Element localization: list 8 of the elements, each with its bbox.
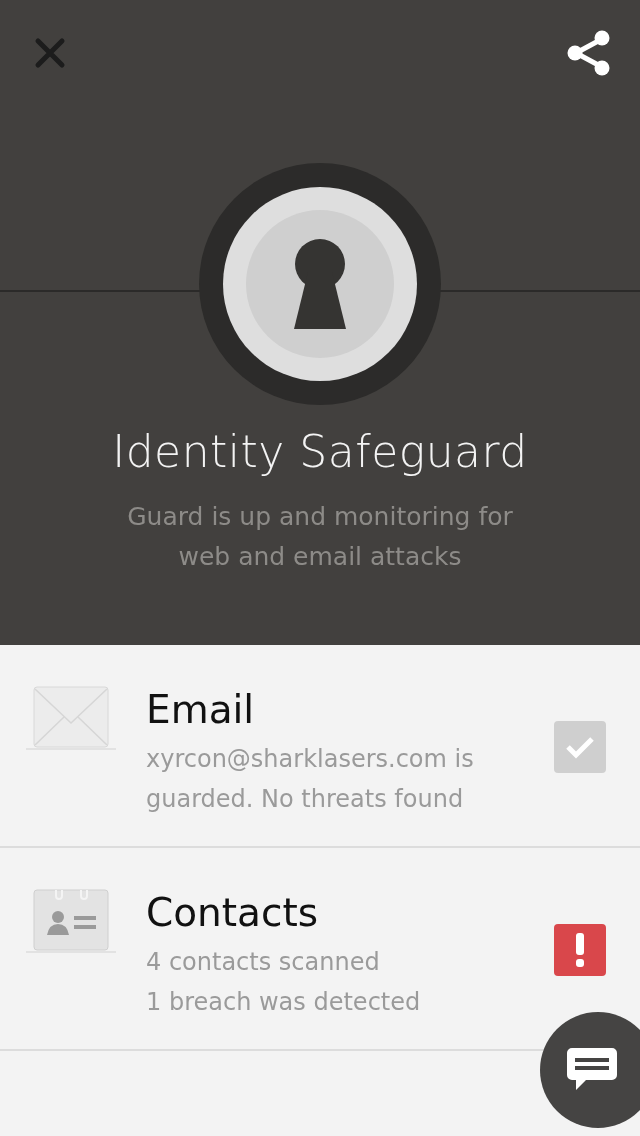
item-description: 4 contacts scanned 1 breach was detected (146, 947, 422, 1018)
item-title: Contacts (146, 889, 320, 937)
app-title: Identity Safeguard (112, 426, 528, 477)
envelope-icon (26, 685, 116, 751)
contact-card-icon (26, 888, 116, 954)
status-description: Guard is up and monitoring for web and email attacks (127, 501, 513, 573)
item-title: Email (146, 686, 256, 734)
item-description: xyrcon@sharklasers.com is guarded. No threats found (146, 744, 475, 815)
